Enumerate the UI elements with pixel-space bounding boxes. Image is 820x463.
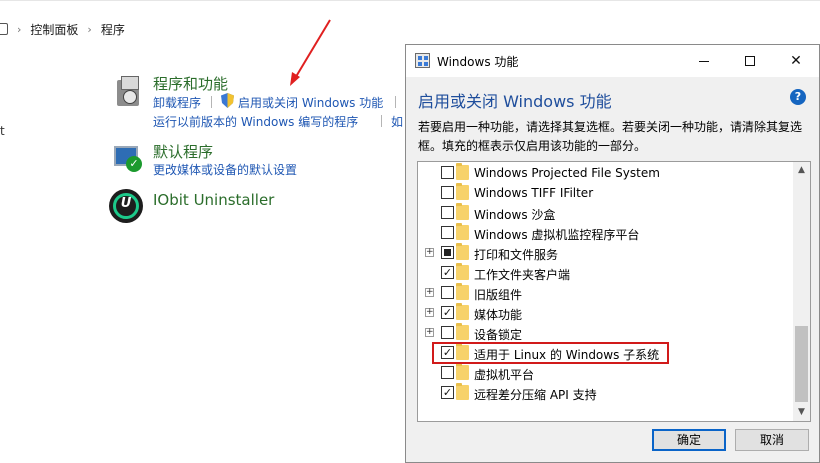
feature-label: 旧版组件 xyxy=(474,288,523,302)
feature-row[interactable]: + ✓ 媒体功能 xyxy=(418,303,790,323)
uninstall-program-link[interactable]: 卸载程序 xyxy=(153,94,201,111)
feature-checkbox[interactable] xyxy=(441,166,454,179)
dialog-description: 若要启用一种功能，请选择其复选框。若要关闭一种功能，请清除其复选框。填充的框表示… xyxy=(418,120,803,153)
expand-icon[interactable]: + xyxy=(425,288,434,297)
folder-icon xyxy=(456,163,469,180)
maximize-button[interactable] xyxy=(727,45,773,77)
feature-row[interactable]: Windows TIFF IFilter xyxy=(418,183,790,203)
link-separator xyxy=(381,115,382,127)
maximize-icon xyxy=(745,56,755,66)
windows-features-app-icon xyxy=(415,53,430,68)
feature-label: Windows 沙盒 xyxy=(474,208,556,222)
feature-row[interactable]: 虚拟机平台 xyxy=(418,363,790,383)
close-icon: ✕ xyxy=(790,53,802,69)
dialog-titlebar[interactable]: Windows 功能 ✕ xyxy=(406,45,819,77)
feature-checkbox[interactable] xyxy=(441,366,454,379)
run-older-programs-link[interactable]: 运行以前版本的 Windows 编写的程序 xyxy=(153,113,358,130)
breadcrumb: › 控制面板 › 程序 xyxy=(0,18,125,40)
folder-icon xyxy=(456,243,469,260)
feature-row[interactable]: ✓ 远程差分压缩 API 支持 xyxy=(418,383,790,403)
breadcrumb-programs[interactable]: 程序 xyxy=(101,21,125,38)
change-media-defaults-link[interactable]: 更改媒体或设备的默认设置 xyxy=(153,161,297,178)
feature-row[interactable]: Windows 虚拟机监控程序平台 xyxy=(418,223,790,243)
feature-row[interactable]: + 打印和文件服务 xyxy=(418,243,790,263)
feature-checkbox[interactable]: ✓ xyxy=(441,266,454,279)
feature-label: Windows TIFF IFilter xyxy=(474,186,594,200)
feature-label: 工作文件夹客户端 xyxy=(474,268,571,282)
feature-label: 虚拟机平台 xyxy=(474,368,535,382)
feature-row[interactable]: Windows Projected File System xyxy=(418,163,790,183)
feature-checkbox[interactable] xyxy=(441,226,454,239)
feature-checkbox[interactable]: ✓ xyxy=(441,306,454,319)
expand-icon[interactable]: + xyxy=(425,328,434,337)
link-separator xyxy=(395,96,396,108)
vertical-scrollbar[interactable]: ▲ ▼ xyxy=(793,162,810,421)
programs-icon[interactable] xyxy=(113,74,147,108)
minimize-icon xyxy=(699,60,709,62)
cut-off-link[interactable]: 如 xyxy=(391,113,403,130)
link-separator xyxy=(211,96,212,108)
feature-label: 打印和文件服务 xyxy=(474,248,559,262)
feature-checkbox[interactable] xyxy=(441,286,454,299)
scroll-up-icon[interactable]: ▲ xyxy=(793,162,810,179)
folder-icon xyxy=(456,183,469,200)
feature-row[interactable]: + 旧版组件 xyxy=(418,283,790,303)
help-icon[interactable]: ? xyxy=(790,89,806,105)
dialog-title: Windows 功能 xyxy=(437,55,519,69)
scroll-down-icon[interactable]: ▼ xyxy=(793,404,810,421)
iobit-uninstaller-title[interactable]: IObit Uninstaller xyxy=(153,191,274,209)
feature-label: 设备锁定 xyxy=(474,328,523,342)
highlight-box xyxy=(432,342,669,364)
ok-button[interactable]: 确定 xyxy=(652,429,726,451)
breadcrumb-control-panel[interactable]: 控制面板 xyxy=(30,21,78,38)
feature-label: 远程差分压缩 API 支持 xyxy=(474,388,597,402)
minimize-button[interactable] xyxy=(681,45,727,77)
chevron-right-icon: › xyxy=(87,22,92,36)
iobit-uninstaller-icon[interactable]: U xyxy=(109,189,143,223)
feature-checkbox[interactable] xyxy=(441,186,454,199)
feature-checkbox[interactable] xyxy=(441,326,454,339)
default-programs-title[interactable]: 默认程序 xyxy=(153,141,213,162)
feature-label: 媒体功能 xyxy=(474,308,523,322)
folder-icon xyxy=(456,203,469,220)
chevron-right-icon: › xyxy=(17,22,22,36)
feature-checkbox[interactable] xyxy=(441,246,454,259)
folder-icon xyxy=(456,223,469,240)
uac-shield-icon xyxy=(221,93,234,108)
feature-row[interactable]: + 设备锁定 xyxy=(418,323,790,343)
top-border xyxy=(0,0,820,1)
feature-row[interactable]: Windows 沙盒 xyxy=(418,203,790,223)
folder-icon xyxy=(456,383,469,400)
programs-title[interactable]: 程序和功能 xyxy=(153,73,228,94)
folder-icon xyxy=(456,363,469,380)
feature-label: Windows 虚拟机监控程序平台 xyxy=(474,228,640,242)
scrollbar-thumb[interactable] xyxy=(795,326,808,402)
windows-features-dialog: Windows 功能 ✕ 启用或关闭 Windows 功能 ? 若要启用一种功能… xyxy=(405,44,820,463)
feature-label: Windows Projected File System xyxy=(474,166,660,180)
close-button[interactable]: ✕ xyxy=(773,45,819,77)
expand-icon[interactable]: + xyxy=(425,248,434,257)
folder-icon xyxy=(456,303,469,320)
cancel-button[interactable]: 取消 xyxy=(735,429,809,451)
annotation-arrow-icon xyxy=(290,19,331,86)
control-panel-icon xyxy=(0,23,8,35)
expand-icon[interactable]: + xyxy=(425,308,434,317)
folder-icon xyxy=(456,283,469,300)
turn-windows-features-link[interactable]: 启用或关闭 Windows 功能 xyxy=(238,94,383,111)
folder-icon xyxy=(456,323,469,340)
feature-row[interactable]: ✓ 工作文件夹客户端 xyxy=(418,263,790,283)
left-pane-fragment: t xyxy=(0,124,5,138)
dialog-heading: 启用或关闭 Windows 功能 xyxy=(418,92,612,111)
feature-checkbox[interactable] xyxy=(441,206,454,219)
feature-checkbox[interactable]: ✓ xyxy=(441,386,454,399)
features-tree[interactable]: Windows Projected File System Windows TIF… xyxy=(417,161,811,422)
folder-icon xyxy=(456,263,469,280)
default-programs-icon[interactable]: ✓ xyxy=(112,144,146,178)
